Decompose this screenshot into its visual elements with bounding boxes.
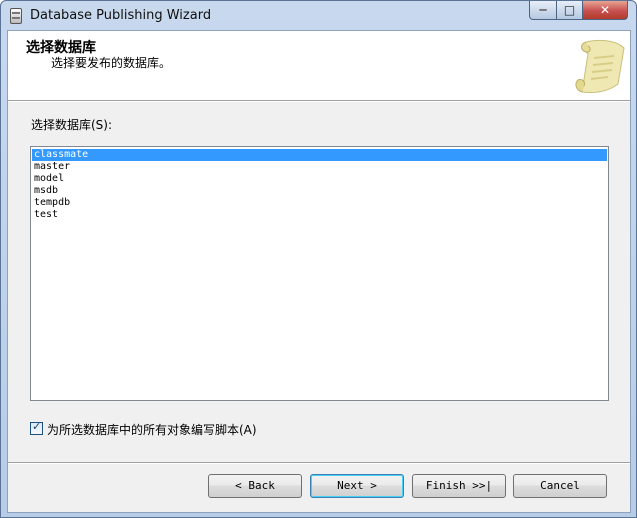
- cancel-button[interactable]: Cancel: [513, 474, 607, 498]
- scroll-icon: [575, 39, 625, 93]
- wizard-window: Database Publishing Wizard ─ □ ✕ 选择数据库 选…: [0, 0, 637, 518]
- footer-divider-highlight: [8, 463, 630, 464]
- title-bar[interactable]: Database Publishing Wizard ─ □ ✕: [1, 1, 636, 30]
- page-subtitle: 选择要发布的数据库。: [51, 56, 172, 70]
- database-listbox[interactable]: classmate master model msdb tempdb test: [30, 146, 609, 401]
- close-button[interactable]: ✕: [582, 1, 628, 20]
- database-list-item[interactable]: master: [31, 161, 608, 173]
- database-list-item[interactable]: tempdb: [31, 197, 608, 209]
- header-divider: [8, 101, 630, 102]
- database-list-label: 选择数据库(S):: [31, 118, 113, 132]
- script-all-checkbox[interactable]: [30, 420, 43, 435]
- next-button[interactable]: Next >: [310, 474, 404, 498]
- script-all-label[interactable]: 为所选数据库中的所有对象编写脚本(A): [47, 421, 257, 438]
- minimize-button[interactable]: ─: [529, 1, 557, 20]
- database-list-item[interactable]: classmate: [32, 149, 607, 161]
- back-button[interactable]: < Back: [208, 474, 302, 498]
- database-list-item[interactable]: model: [31, 173, 608, 185]
- wizard-client-area: 选择数据库 选择要发布的数据库。 选择数据库(S): classmate mast…: [7, 30, 631, 513]
- finish-button[interactable]: Finish >>|: [412, 474, 506, 498]
- app-icon: [10, 8, 22, 24]
- window-title: Database Publishing Wizard: [30, 8, 212, 23]
- database-list-item[interactable]: msdb: [31, 185, 608, 197]
- database-list-item[interactable]: test: [31, 209, 608, 221]
- maximize-button[interactable]: □: [556, 1, 583, 20]
- wizard-header: 选择数据库 选择要发布的数据库。: [8, 31, 630, 101]
